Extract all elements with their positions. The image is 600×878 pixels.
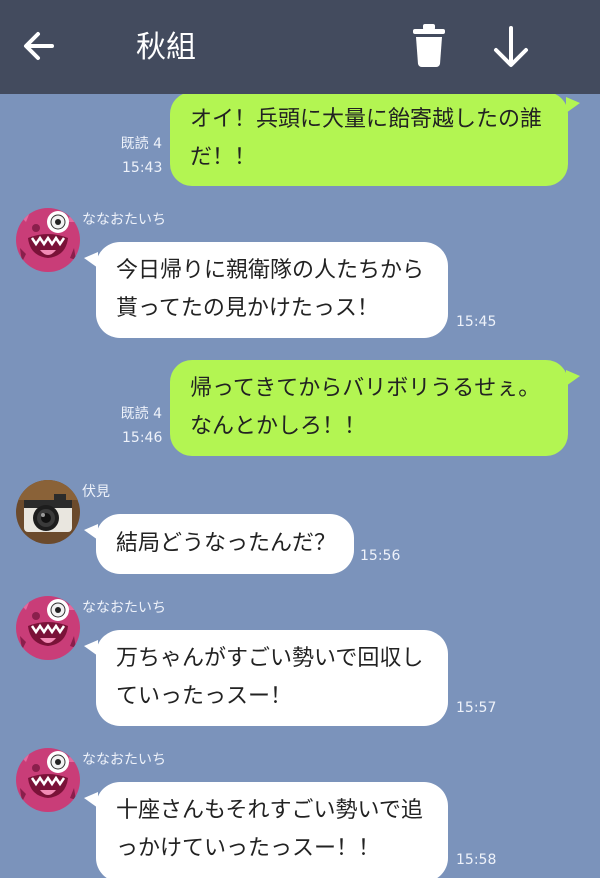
monster-avatar [16, 208, 80, 272]
message-bubble-outgoing[interactable]: オイ！兵頭に大量に飴寄越したの誰 だ！！ [170, 94, 568, 186]
delete-button[interactable] [406, 20, 452, 70]
message-text-line: 今日帰りに親衛隊の人たちから [116, 258, 425, 283]
sender-name: 伏見 [82, 484, 110, 500]
avatar[interactable] [16, 748, 80, 812]
message-text-line: なんとかしろ！！ [190, 414, 367, 439]
message-timestamp: 15:46 [122, 430, 163, 446]
message-timestamp: 15:57 [456, 700, 497, 716]
bubble-tail [566, 97, 580, 113]
avatar[interactable] [16, 596, 80, 660]
trash-icon [413, 24, 445, 67]
message-text-line: 万ちゃんがすごい勢いで回収し [116, 646, 424, 671]
message-bubble-incoming[interactable]: 結局どうなったんだ？ [96, 514, 354, 574]
avatar[interactable] [16, 208, 80, 272]
message-list[interactable]: オイ！兵頭に大量に飴寄越したの誰 だ！！ 既読 4 15:43 ななおたいち 今… [0, 94, 600, 878]
bubble-tail [84, 252, 98, 268]
bubble-tail [566, 370, 580, 386]
bubble-tail [84, 792, 98, 808]
read-receipt: 既読 4 [120, 136, 162, 152]
chat-header: 秋組 [0, 0, 600, 94]
read-receipt: 既読 4 [120, 406, 162, 422]
monster-avatar [16, 596, 80, 660]
message-text-line: 帰ってきてからバリボリうるせぇ。 [190, 376, 541, 401]
sender-name: ななおたいち [82, 752, 166, 768]
message-bubble-outgoing[interactable]: 帰ってきてからバリボリうるせぇ。 なんとかしろ！！ [170, 360, 568, 456]
sender-name: ななおたいち [82, 212, 166, 228]
message-text-line: 結局どうなったんだ？ [116, 531, 337, 556]
message-text-line: 貰ってたの見かけたっス！ [116, 296, 379, 321]
message-bubble-incoming[interactable]: 十座さんもそれすごい勢いで追 っかけていったっスー！！ [96, 782, 448, 878]
download-button[interactable] [486, 22, 536, 72]
message-text-line: 十座さんもそれすごい勢いで追 [116, 798, 423, 823]
bubble-tail [84, 640, 98, 656]
camera-avatar [16, 480, 80, 544]
avatar[interactable] [16, 480, 80, 544]
bubble-tail [84, 524, 98, 540]
chat-title: 秋組 [136, 30, 196, 65]
message-bubble-incoming[interactable]: 今日帰りに親衛隊の人たちから 貰ってたの見かけたっス！ [96, 242, 448, 338]
message-text-line: ていったっスー！ [116, 684, 293, 709]
message-text-line: オイ！兵頭に大量に飴寄越したの誰 [190, 107, 543, 132]
message-timestamp: 15:56 [360, 548, 401, 564]
monster-avatar [16, 748, 80, 812]
message-text-line: っかけていったっスー！！ [116, 836, 381, 861]
message-timestamp: 15:43 [122, 160, 163, 176]
message-text-line: だ！！ [190, 145, 257, 170]
arrow-down-icon [494, 26, 528, 67]
message-bubble-incoming[interactable]: 万ちゃんがすごい勢いで回収し ていったっスー！ [96, 630, 448, 726]
back-button[interactable] [18, 24, 62, 68]
message-timestamp: 15:58 [456, 852, 497, 868]
sender-name: ななおたいち [82, 600, 166, 616]
message-timestamp: 15:45 [456, 314, 497, 330]
arrow-left-icon [24, 32, 54, 60]
